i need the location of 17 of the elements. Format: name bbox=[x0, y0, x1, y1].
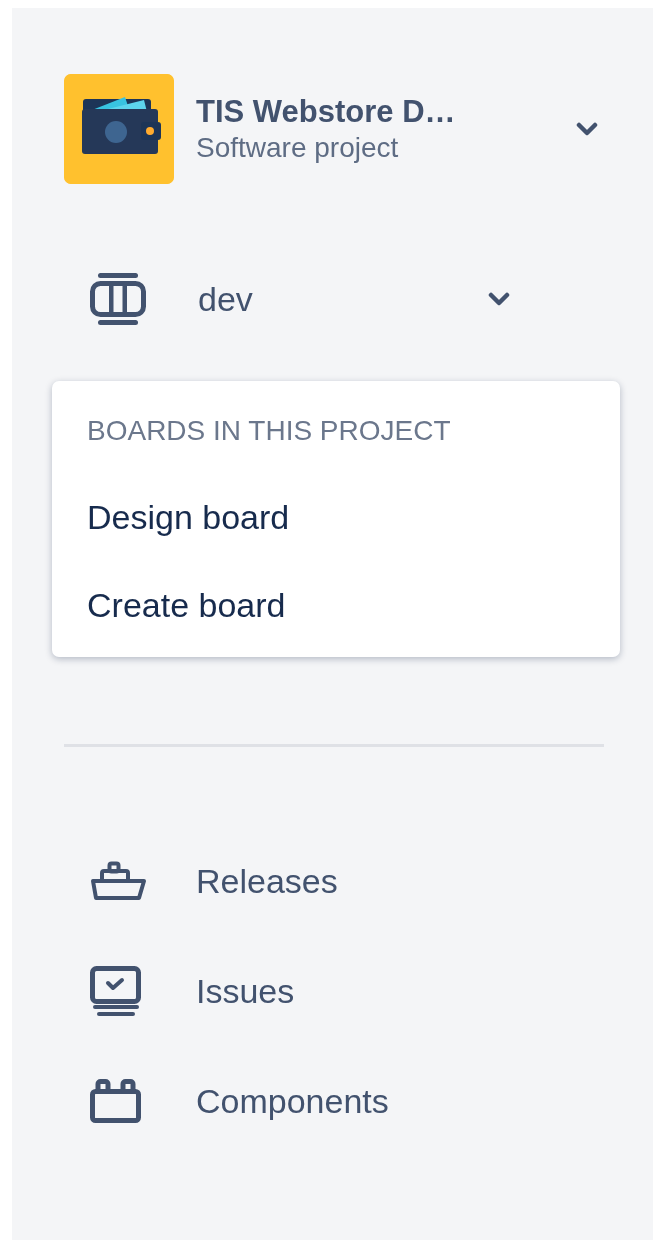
project-menu-button[interactable] bbox=[576, 122, 598, 136]
project-type: Software project bbox=[196, 131, 400, 165]
chevron-down-icon bbox=[488, 292, 510, 306]
board-icon bbox=[90, 272, 146, 326]
monitor-check-icon bbox=[90, 966, 142, 1016]
blocks-icon bbox=[90, 1079, 142, 1123]
board-menu-button[interactable] bbox=[488, 292, 510, 306]
dropdown-item[interactable]: Design board bbox=[87, 495, 290, 539]
nav-item[interactable]: Releases bbox=[12, 853, 338, 909]
project-name: TIS Webstore D… bbox=[196, 93, 457, 131]
ship-icon bbox=[90, 861, 146, 901]
board-name: dev bbox=[198, 279, 254, 319]
dropdown-heading: BOARDS IN THIS PROJECT bbox=[87, 414, 452, 448]
chevron-down-icon bbox=[576, 122, 598, 136]
nav-item[interactable]: Issues bbox=[12, 963, 295, 1019]
nav-item[interactable]: Components bbox=[12, 1073, 389, 1129]
dropdown-item[interactable]: Create board bbox=[87, 583, 286, 627]
